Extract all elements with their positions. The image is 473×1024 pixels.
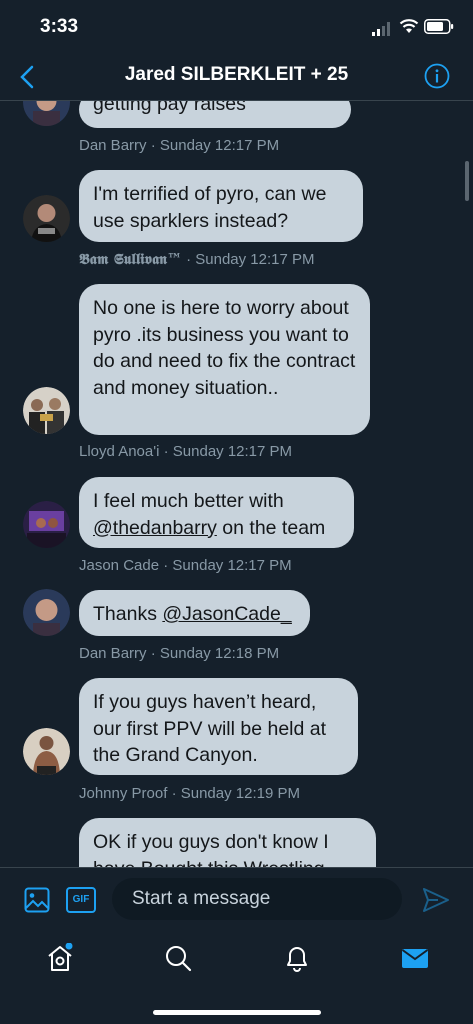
avatar[interactable]: [23, 589, 70, 636]
send-icon[interactable]: [422, 887, 450, 913]
mention-link[interactable]: @thedanbarry: [93, 517, 217, 539]
message-bubble[interactable]: If you guys haven’t heard, our first PPV…: [79, 678, 358, 775]
message-meta: Jason Cade · Sunday 12:17 PM: [79, 557, 292, 574]
message-bubble[interactable]: I'm terrified of pyro, can we use sparkl…: [79, 170, 363, 242]
message-bubble[interactable]: Thanks @JasonCade_: [79, 590, 310, 636]
message-time: Sunday 12:17 PM: [172, 557, 292, 574]
message-time: Sunday 12:17 PM: [195, 251, 315, 268]
sender-name: Johnny Proof: [79, 785, 168, 802]
avatar[interactable]: [23, 387, 70, 434]
wifi-icon: [399, 19, 419, 33]
conversation-title[interactable]: Jared SILBERKLEIT + 25: [0, 64, 473, 86]
message-bubble[interactable]: getting pay raises: [79, 101, 351, 128]
message-meta: Dan Barry · Sunday 12:18 PM: [79, 645, 280, 662]
cellular-signal-icon: [372, 22, 390, 36]
gif-button[interactable]: GIF: [66, 887, 96, 913]
message-bubble[interactable]: No one is here to worry about pyro .its …: [79, 284, 370, 435]
info-icon[interactable]: [424, 63, 450, 89]
avatar[interactable]: [23, 728, 70, 775]
status-bar: 3:33: [0, 0, 473, 56]
message-text: getting pay raises: [93, 101, 246, 115]
message-text-before: I feel much better with: [93, 490, 284, 512]
home-icon[interactable]: [45, 943, 75, 973]
sender-name: Lloyd Anoa'i: [79, 443, 160, 460]
avatar[interactable]: [23, 101, 70, 126]
image-icon[interactable]: [24, 887, 50, 913]
search-icon[interactable]: [163, 943, 193, 973]
message-meta: 𝕭𝖆𝖒 𝕾𝖚𝖑𝖑𝖎𝖛𝖆𝖓™ · Sunday 12:17 PM: [79, 250, 315, 268]
sender-name: 𝕭𝖆𝖒 𝕾𝖚𝖑𝖑𝖎𝖛𝖆𝖓™: [79, 250, 182, 268]
message-time: Sunday 12:17 PM: [172, 443, 293, 460]
mail-icon[interactable]: [400, 943, 430, 973]
scrollbar[interactable]: [465, 161, 469, 201]
message-bubble[interactable]: I feel much better with @thedanbarry on …: [79, 477, 354, 548]
message-input[interactable]: [112, 878, 402, 920]
message-meta: Dan Barry · Sunday 12:17 PM: [79, 137, 280, 154]
bell-icon[interactable]: [282, 943, 312, 973]
avatar[interactable]: [23, 195, 70, 242]
message-composer: GIF: [0, 867, 473, 934]
message-text: OK if you guys don't know I have Bought …: [93, 831, 329, 867]
message-text: If you guys haven’t heard, our first PPV…: [93, 691, 327, 766]
status-time: 3:33: [40, 16, 79, 37]
sender-name: Dan Barry: [79, 645, 147, 662]
message-text-after: on the team: [216, 516, 326, 539]
message-bubble[interactable]: OK if you guys don't know I have Bought …: [79, 818, 376, 867]
sender-name: Dan Barry: [79, 137, 147, 154]
message-text-before: Thanks: [93, 603, 163, 625]
message-time: Sunday 12:19 PM: [180, 785, 300, 802]
mention-link[interactable]: @JasonCade_: [162, 603, 291, 625]
message-text: No one is here to worry about pyro .its …: [93, 297, 356, 399]
conversation-header: Jared SILBERKLEIT + 25: [0, 56, 473, 101]
message-time: Sunday 12:17 PM: [159, 137, 280, 154]
message-text: I'm terrified of pyro, can we use sparkl…: [93, 183, 327, 232]
message-list[interactable]: getting pay raises Dan Barry · Sunday 12…: [0, 101, 473, 867]
message-meta: Johnny Proof · Sunday 12:19 PM: [79, 785, 300, 802]
message-time: Sunday 12:18 PM: [159, 645, 280, 662]
message-meta: Lloyd Anoa'i · Sunday 12:17 PM: [79, 443, 293, 460]
home-indicator: [153, 1010, 321, 1015]
avatar[interactable]: [23, 501, 70, 548]
sender-name: Jason Cade: [79, 557, 160, 574]
battery-icon: [424, 19, 454, 34]
